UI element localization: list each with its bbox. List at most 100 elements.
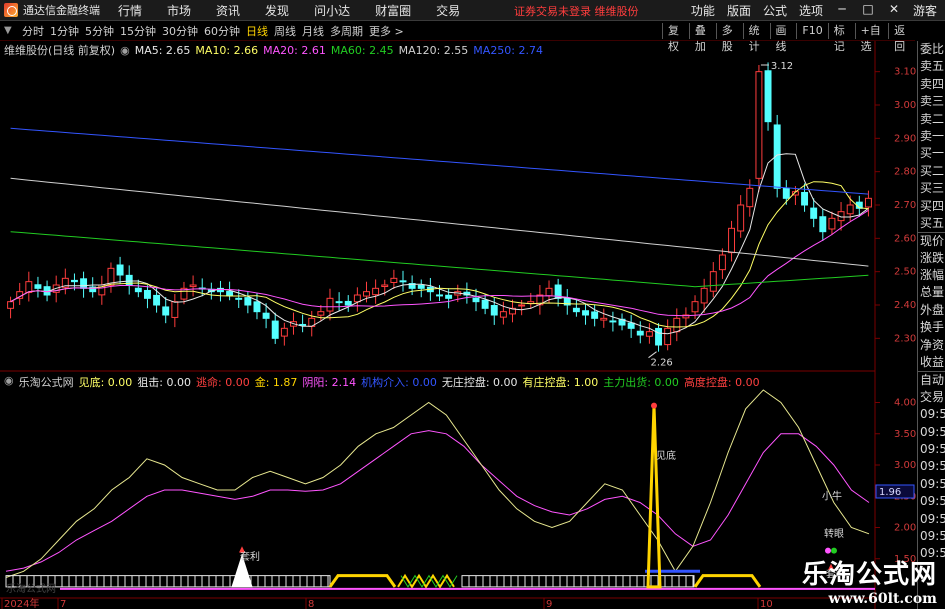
price-axis-label: 2.80 (894, 167, 916, 178)
side-panel-item[interactable]: 09:50 (918, 493, 945, 510)
candle-body (7, 301, 15, 309)
candle-body (728, 227, 736, 254)
candle-body (627, 322, 635, 329)
candle-body (846, 204, 854, 215)
side-panel-item[interactable]: 09:50 (918, 528, 945, 545)
price-axis-label: 3.00 (894, 100, 916, 111)
candle-body (591, 311, 599, 319)
side-panel-item[interactable]: 换手 (918, 319, 945, 336)
candle-body (189, 284, 197, 288)
side-panel-item[interactable]: 委比 (918, 41, 945, 58)
side-panel-item[interactable]: 买四 (918, 198, 945, 215)
candle-body (782, 187, 790, 199)
candle-body (344, 300, 352, 306)
price-axis-label: 2.40 (894, 300, 916, 311)
candle-body (801, 191, 809, 206)
candle-body (718, 254, 726, 271)
ma250-line (10, 127, 869, 195)
side-panel-item[interactable]: 现价 (918, 232, 945, 249)
candle-body (445, 294, 453, 299)
side-panel-item[interactable]: 涨幅 (918, 267, 945, 284)
quote-side-panel: 委比 卖五 卖四 卖三 卖二 卖一 买一 买二 买三 买四 买五 现价 涨跌 涨幅 总量 外盘 换手 净资 收益 自动… (917, 41, 945, 609)
candle-body (645, 331, 653, 337)
date-axis-label: 8 (308, 599, 314, 609)
side-panel-item[interactable]: 收益 (918, 354, 945, 371)
taoli-label: 套利 (240, 550, 260, 563)
candle-body (70, 279, 78, 283)
current-value-label: 1.96 (879, 487, 901, 498)
candle-body (764, 70, 772, 123)
candle-body (518, 304, 526, 307)
indicator-axis-label: 3.00 (894, 460, 916, 471)
side-panel-item[interactable]: 09:50 (918, 476, 945, 493)
side-panel-item[interactable]: 净资 (918, 337, 945, 354)
candle-body (280, 327, 288, 337)
candle-body (810, 207, 818, 219)
candle-body (600, 317, 608, 321)
candle-body (655, 327, 662, 346)
side-panel-item[interactable]: 涨跌 (918, 250, 945, 267)
side-panel-item[interactable]: 09:50 (918, 441, 945, 458)
side-panel-item[interactable]: 买五 (918, 215, 945, 232)
candle-body (116, 264, 124, 276)
side-panel-item[interactable]: 总量 (918, 284, 945, 301)
candle-body (828, 217, 836, 230)
side-panel-item[interactable]: 卖三 (918, 93, 945, 110)
candle-body (134, 287, 142, 293)
candle-body (162, 306, 170, 316)
candle-body (317, 311, 325, 316)
price-axis-label: 2.60 (894, 233, 916, 244)
jiandi-spike (646, 405, 662, 589)
zhuanyan-label: 转眼 (824, 527, 844, 540)
side-panel-item[interactable]: 09:50 (918, 424, 945, 441)
side-panel-item[interactable]: 外盘 (918, 302, 945, 319)
candle-body (664, 327, 672, 346)
candle-body (472, 297, 480, 303)
watermark-title: 乐淘公式网 (801, 560, 937, 590)
candle-body (417, 284, 425, 289)
candle-body (381, 284, 389, 287)
side-panel-item[interactable]: 自动 (918, 371, 945, 388)
candle-body (253, 301, 261, 313)
price-axis-label: 2.90 (894, 133, 916, 144)
indicator-axis-label: 3.50 (894, 429, 916, 440)
candle-body (691, 301, 699, 313)
date-axis-label: 10 (760, 599, 773, 609)
candle-body (363, 291, 370, 297)
side-panel-item[interactable]: 买二 (918, 163, 945, 180)
indicator-axis-label: 2.00 (894, 523, 916, 534)
price-axis-label: 2.50 (894, 267, 916, 278)
candle-body (80, 278, 88, 289)
jiandi-label: 见底 (656, 449, 676, 462)
side-panel-item[interactable]: 卖四 (918, 76, 945, 93)
side-panel-item[interactable]: 买一 (918, 145, 945, 162)
candle-body (372, 287, 380, 296)
ma5-line (10, 153, 869, 335)
indicator-axis-label: 4.00 (894, 398, 916, 409)
candle-body (226, 291, 234, 296)
date-axis-label: 9 (546, 599, 552, 609)
candle-body (244, 297, 252, 306)
candle-body (390, 277, 398, 283)
date-axis-label: 2024年 (4, 597, 39, 609)
ma60-line (10, 231, 869, 288)
candle-body (499, 311, 507, 318)
side-panel-item[interactable]: 09:50 (918, 406, 945, 423)
side-panel-item[interactable]: 卖二 (918, 111, 945, 128)
zhuanyan-dot (831, 547, 837, 554)
kline-chart[interactable]: 3.10 3.00 2.90 2.80 2.70 2.60 2.50 2.40 2.30 4.00… (0, 0, 917, 609)
side-panel-item[interactable]: 卖一 (918, 128, 945, 145)
zhuanyan-dot (825, 547, 831, 554)
faint-watermark: 乐淘公式网 (6, 584, 56, 595)
side-panel-item[interactable]: 交易 (918, 389, 945, 406)
candle-body (864, 197, 872, 208)
side-panel-item[interactable]: 买三 (918, 180, 945, 197)
side-panel-item[interactable]: 卖五 (918, 58, 945, 75)
side-panel-item[interactable]: 09:50 (918, 458, 945, 475)
candle-body (755, 71, 763, 179)
indicator-magenta-line (5, 430, 870, 572)
side-panel-item[interactable]: 09:50 (918, 511, 945, 528)
candle-body (490, 305, 498, 316)
site-watermark: 乐淘公式网 www.60lt.com (802, 554, 937, 607)
candle-body (171, 301, 179, 318)
